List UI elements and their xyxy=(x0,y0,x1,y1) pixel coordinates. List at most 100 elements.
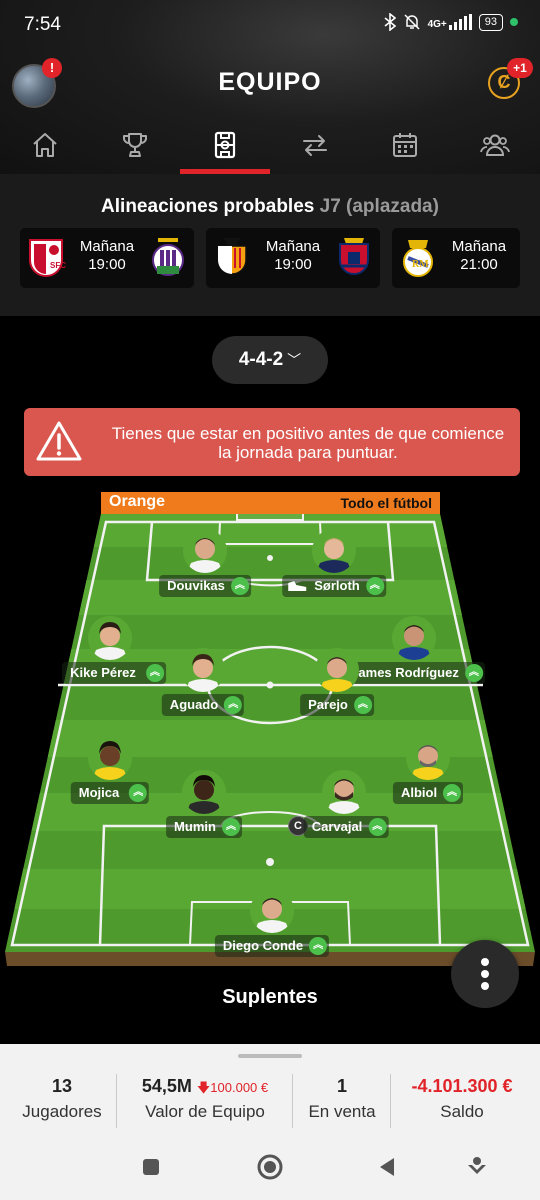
formation-label: 4-4-2 xyxy=(238,349,284,370)
match-time: Mañana 21:00 xyxy=(439,238,519,274)
player-name: Kike Pérez xyxy=(70,665,136,680)
chevron-up-icon: ︽ xyxy=(221,818,240,836)
more-vertical-icon xyxy=(481,958,489,966)
stat-value: 54,5M 🡇100.000 € xyxy=(118,1074,292,1098)
lineups-title: Alineaciones probables J7 (aplazada) xyxy=(0,196,540,218)
nav-competition[interactable] xyxy=(90,124,180,174)
chevron-up-icon: ︽ xyxy=(365,577,384,595)
home-button-icon[interactable] xyxy=(255,1152,285,1182)
lineups-title-text: Alineaciones probables xyxy=(101,196,315,217)
match-hour: 19:00 xyxy=(88,256,126,273)
warning-alert: Tienes que estar en positivo antes de qu… xyxy=(24,408,520,476)
transfer-icon xyxy=(303,135,327,156)
chevron-up-icon: ︽ xyxy=(443,784,462,802)
page-title: EQUIPO xyxy=(218,68,322,96)
bluetooth-icon xyxy=(384,13,396,31)
match-day: Mañana xyxy=(265,238,321,255)
chevron-up-icon: ︽ xyxy=(464,664,483,682)
trophy-icon xyxy=(123,133,147,157)
main-nav xyxy=(0,124,540,174)
chevron-up-icon: ︽ xyxy=(230,577,249,595)
drag-handle[interactable] xyxy=(238,1054,302,1058)
player-tag: Kike Pérez ︽ xyxy=(62,662,166,684)
match-card[interactable]: SFC Mañana 19:00 xyxy=(20,228,194,288)
match-day: Mañana xyxy=(451,238,507,255)
alert-message: Tienes que estar en positivo antes de qu… xyxy=(111,424,505,462)
player-photo xyxy=(88,736,132,780)
stat-label: Jugadores xyxy=(22,1102,102,1121)
divider xyxy=(390,1074,391,1128)
formation-selector[interactable]: 4-4-2 ﹀ xyxy=(212,336,328,384)
stat-balance: -4.101.300 € Saldo xyxy=(392,1074,532,1130)
ad-slogan: Todo el fútbol xyxy=(340,495,433,511)
divider xyxy=(292,1074,293,1128)
player-name: Mojica xyxy=(78,785,120,800)
status-bar: 7:54 4G+ 93 xyxy=(0,0,540,50)
header: 7:54 4G+ 93 ! EQUIPO Ȼ +1 xyxy=(0,0,540,174)
player-name: James Rodríguez xyxy=(351,665,459,680)
coins-badge: +1 xyxy=(507,58,533,78)
warning-icon xyxy=(36,421,82,461)
player-tag: James Rodríguez ︽ xyxy=(343,662,485,684)
team-value: 54,5M xyxy=(141,1076,192,1096)
player-photo xyxy=(88,616,132,660)
nav-team[interactable] xyxy=(180,124,270,174)
stat-value: 13 xyxy=(51,1076,73,1096)
team-summary-bar[interactable]: 13 Jugadores 54,5M 🡇100.000 € Valor de E… xyxy=(0,1044,540,1136)
match-time: Mañana 19:00 xyxy=(253,238,333,274)
assistant-icon[interactable] xyxy=(462,1152,492,1182)
player-photo xyxy=(315,648,359,692)
back-icon[interactable] xyxy=(372,1152,402,1182)
chevron-up-icon: ︽ xyxy=(353,696,372,714)
player-tag: Albiol ︽ xyxy=(392,782,464,804)
chevron-down-icon: ﹀ xyxy=(287,352,302,368)
player-name: Douvikas xyxy=(167,578,225,593)
lineups-jornada: J7 (aplazada) xyxy=(319,196,439,217)
sevilla-crest-icon: SFC xyxy=(29,239,66,277)
network-indicator: 4G+ xyxy=(428,14,472,30)
status-icons: 4G+ 93 xyxy=(384,13,518,31)
nav-calendar[interactable] xyxy=(360,124,450,174)
match-card[interactable]: RM Mañana 21:00 xyxy=(392,228,520,288)
users-icon xyxy=(480,134,510,156)
chevron-up-icon: ︽ xyxy=(129,784,148,802)
player-tag: Aguado ︽ xyxy=(161,694,245,716)
divider xyxy=(116,1074,117,1128)
player-name: Mumin xyxy=(174,819,216,834)
home-icon xyxy=(33,133,57,157)
player-name: Parejo xyxy=(308,697,348,712)
stat-value: 1 xyxy=(336,1076,347,1096)
chevron-up-icon: ︽ xyxy=(368,818,387,836)
player-photo xyxy=(182,770,226,814)
player-photo xyxy=(312,529,356,573)
svg-text:RM: RM xyxy=(412,259,429,270)
stat-players: 13 Jugadores xyxy=(10,1074,114,1130)
match-hour: 21:00 xyxy=(460,256,498,273)
stat-value: -4.101.300 € xyxy=(411,1076,513,1096)
more-vertical-icon-dot xyxy=(481,982,489,990)
arrow-down-icon: 🡇 xyxy=(196,1080,211,1095)
network-label: 4G+ xyxy=(427,19,447,30)
probable-lineups-section: Alineaciones probables J7 (aplazada) SFC… xyxy=(0,174,540,316)
match-card[interactable]: Mañana 19:00 xyxy=(206,228,380,288)
player-name: Carvajal xyxy=(311,819,363,834)
battery-icon: 93 xyxy=(478,13,503,31)
svg-text:SFC: SFC xyxy=(50,261,66,270)
match-day: Mañana xyxy=(79,238,135,255)
player-tag: Mojica ︽ xyxy=(70,782,150,804)
nav-market[interactable] xyxy=(270,124,360,174)
player-tag: Parejo ︽ xyxy=(300,694,374,716)
valladolid-crest-icon xyxy=(152,238,184,276)
privacy-dot-icon xyxy=(510,18,518,26)
stat-label: Valor de Equipo xyxy=(145,1102,265,1121)
player-tag: Diego Conde ︽ xyxy=(214,935,330,957)
player-tag: Mumin ︽ xyxy=(166,816,242,838)
player-photo xyxy=(181,648,225,692)
recents-icon[interactable] xyxy=(136,1152,166,1182)
player-photo xyxy=(322,770,366,814)
nav-home[interactable] xyxy=(0,124,90,174)
nav-league[interactable] xyxy=(450,124,540,174)
more-vertical-icon-dot xyxy=(481,970,489,978)
more-options-button[interactable] xyxy=(451,940,519,1008)
ad-banner: Orange Todo el fútbol xyxy=(101,492,440,514)
